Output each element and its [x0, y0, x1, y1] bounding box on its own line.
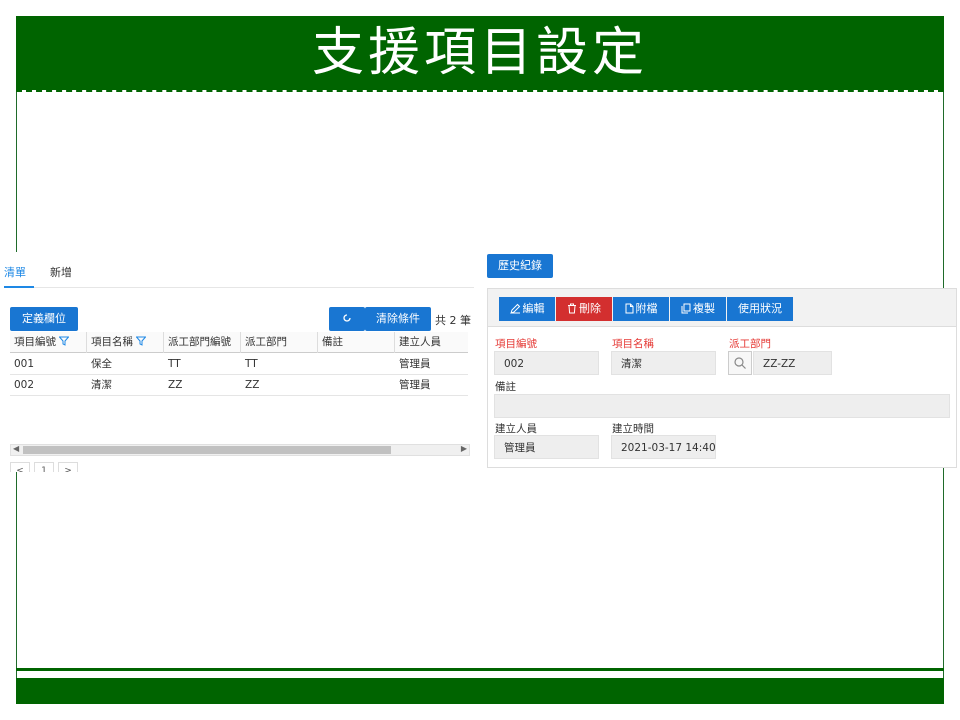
table-cell [318, 375, 395, 396]
table-cell: TT [245, 358, 258, 370]
horizontal-scrollbar[interactable]: ◀ ▶ [10, 444, 470, 456]
next-page-button[interactable]: > [58, 462, 78, 472]
refresh-button[interactable] [329, 307, 365, 331]
table-cell: TT [168, 358, 181, 370]
search-icon [734, 357, 746, 369]
slide-title: 支援項目設定 [311, 23, 648, 83]
page-1-button[interactable]: 1 [34, 462, 54, 472]
column-header[interactable]: 派工部門 [241, 332, 318, 353]
record-count: 共 2 筆 [435, 314, 471, 327]
table-cell: ZZ [168, 379, 183, 391]
creator-label: 建立人員 [495, 423, 537, 435]
title-divider [16, 90, 944, 92]
table-cell: 管理員 [399, 358, 431, 370]
table-cell: ZZ [245, 379, 260, 391]
refresh-icon [343, 314, 351, 322]
filter-icon[interactable] [136, 336, 146, 346]
table-cell: 保全 [91, 358, 112, 370]
history-button[interactable]: 歷史紀錄 [487, 254, 553, 278]
delete-button[interactable]: 刪除 [556, 297, 612, 321]
table-row[interactable]: 002 清潔 ZZ ZZ 管理員 [10, 375, 468, 396]
scroll-left-icon[interactable]: ◀ [13, 444, 19, 453]
tab-bar: 清單 新增 [4, 252, 474, 288]
copy-button[interactable]: 複製 [670, 297, 726, 321]
tab-add[interactable]: 新增 [50, 264, 72, 280]
item-no-label: 項目編號 [495, 338, 537, 350]
list-panel: 清單 新增 定義欄位 清除條件 共 2 筆 項目編號 項目名稱 派工部門編號 派… [4, 252, 482, 472]
scrollbar-thumb[interactable] [23, 446, 391, 454]
item-table: 項目編號 項目名稱 派工部門編號 派工部門 備註 建立人員 001 保全 TT … [10, 332, 468, 396]
footer-bar [16, 678, 944, 704]
edit-button[interactable]: 編輯 [499, 297, 555, 321]
scroll-right-icon[interactable]: ▶ [461, 444, 467, 453]
attachment-button[interactable]: 附檔 [613, 297, 669, 321]
item-name-label: 項目名稱 [612, 338, 654, 350]
usage-status-button[interactable]: 使用狀況 [727, 297, 793, 321]
filter-icon[interactable] [59, 336, 69, 346]
creator-field[interactable]: 管理員 [494, 435, 599, 459]
pagination: <1 > [10, 458, 110, 472]
column-header[interactable]: 建立人員 [395, 332, 468, 353]
column-header[interactable]: 備註 [318, 332, 395, 353]
tab-list[interactable]: 清單 [4, 264, 26, 280]
file-icon [625, 303, 633, 314]
table-cell: 管理員 [399, 379, 431, 391]
table-cell: 001 [14, 358, 35, 370]
detail-toolbar: 編輯 刪除 附檔 複製 使用狀況 [488, 289, 956, 327]
item-no-field[interactable]: 002 [494, 351, 599, 375]
table-header: 項目編號 項目名稱 派工部門編號 派工部門 備註 建立人員 [10, 332, 468, 353]
active-tab-indicator [4, 286, 34, 288]
title-bar: 支援項目設定 [16, 16, 944, 90]
column-header[interactable]: 項目名稱 [87, 332, 164, 353]
dept-label: 派工部門 [729, 338, 771, 350]
dept-search-button[interactable] [728, 351, 752, 375]
column-header[interactable]: 項目編號 [10, 332, 87, 353]
note-field[interactable] [494, 394, 950, 418]
note-label: 備註 [495, 381, 516, 393]
column-header[interactable]: 派工部門編號 [164, 332, 241, 353]
table-row[interactable]: 001 保全 TT TT 管理員 [10, 354, 468, 375]
table-cell: 清潔 [91, 379, 112, 391]
dept-field[interactable]: ZZ-ZZ [753, 351, 832, 375]
detail-panel: 編輯 刪除 附檔 複製 使用狀況 項目編號 002 項目名稱 清潔 派工部門 Z… [487, 288, 957, 468]
trash-icon [568, 303, 576, 314]
footer-line [16, 668, 944, 671]
table-cell [318, 354, 395, 375]
copy-icon [681, 303, 691, 314]
define-columns-button[interactable]: 定義欄位 [10, 307, 78, 331]
prev-page-button[interactable]: < [10, 462, 30, 472]
clear-filter-button[interactable]: 清除條件 [365, 307, 431, 331]
created-time-field[interactable]: 2021-03-17 14:40: [611, 435, 716, 459]
created-time-label: 建立時間 [612, 423, 654, 435]
pencil-icon [509, 303, 520, 314]
item-name-field[interactable]: 清潔 [611, 351, 716, 375]
table-cell: 002 [14, 379, 35, 391]
